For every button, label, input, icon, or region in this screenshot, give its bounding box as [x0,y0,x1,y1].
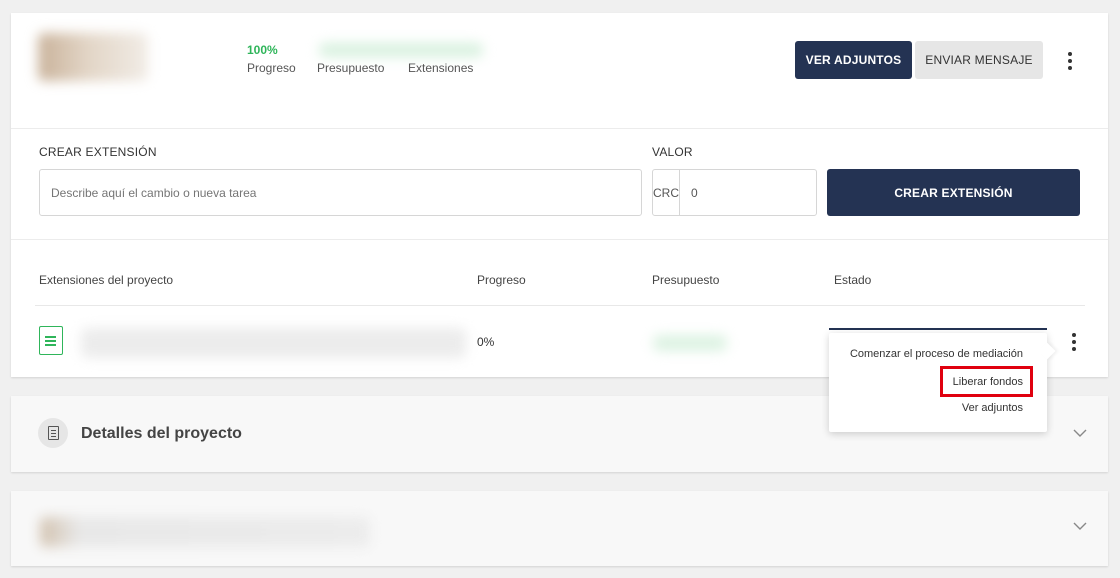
kebab-icon[interactable] [1061,49,1079,73]
value-field: CRC [652,169,857,216]
menu-item-view-attachments[interactable]: Ver adjuntos [962,402,1023,414]
details-title: Detalles del proyecto [81,425,242,442]
menu-item-start-mediation[interactable]: Comenzar el proceso de mediación [850,348,1023,360]
extension-actions-menu: Comenzar el proceso de mediación Liberar… [829,333,1047,432]
panel-title-blurred [40,517,370,547]
currency-prefix: CRC [653,170,680,215]
collapsed-panel[interactable] [11,491,1108,566]
extension-budget-blurred [653,335,727,351]
divider [11,239,1108,240]
extensions-label: Extensiones [408,61,474,75]
menu-item-release-funds[interactable]: Liberar fondos [953,376,1023,388]
status-dropdown[interactable] [829,328,1047,330]
project-avatar-blurred [38,33,148,81]
divider [11,128,1108,129]
document-icon [39,326,63,355]
value-label: VALOR [652,145,693,159]
extension-description-input[interactable] [39,169,642,216]
kebab-icon[interactable] [1065,330,1083,354]
sheet-icon [38,418,68,448]
project-card: 100% Progreso Presupuesto Extensiones VE… [11,13,1108,377]
extension-name-blurred [81,328,466,358]
column-header-extensions: Extensiones del proyecto [39,273,174,287]
row-divider [35,305,1085,306]
column-header-progress: Progreso [477,273,526,287]
progress-value: 100% [247,43,278,57]
create-extension-label: CREAR EXTENSIÓN [39,145,157,159]
budget-value-blurred [319,43,483,57]
budget-label: Presupuesto [317,61,385,75]
progress-label: Progreso [247,61,296,75]
create-extension-button[interactable]: CREAR EXTENSIÓN [827,169,1080,216]
column-header-status: Estado [834,273,872,287]
column-header-budget: Presupuesto [652,273,720,287]
chevron-down-icon[interactable] [1073,426,1087,440]
chevron-down-icon[interactable] [1073,519,1087,533]
extension-progress: 0% [477,335,495,349]
view-attachments-button[interactable]: VER ADJUNTOS [795,41,912,79]
send-message-button[interactable]: ENVIAR MENSAJE [915,41,1043,79]
